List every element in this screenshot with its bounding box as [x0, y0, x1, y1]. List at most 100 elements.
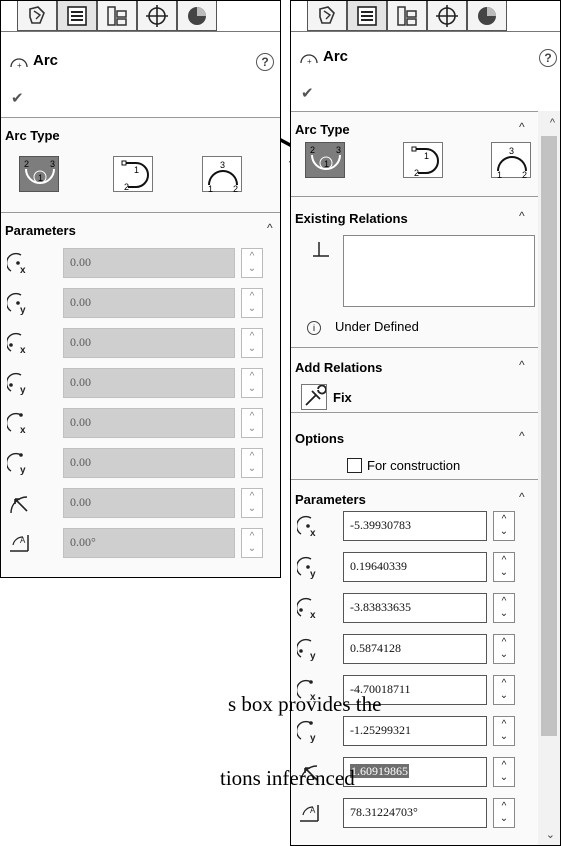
collapse-icon[interactable]: ^: [519, 429, 525, 443]
collapse-icon[interactable]: ^: [519, 490, 525, 504]
parameter-value-field[interactable]: -1.25299321: [343, 716, 487, 746]
scroll-thumb[interactable]: [541, 136, 557, 736]
svg-text:y: y: [20, 385, 26, 395]
parameter-value-field[interactable]: 0.5874128: [343, 634, 487, 664]
parameter-value: 0.00: [70, 375, 91, 389]
configuration-manager-tab[interactable]: [97, 1, 137, 31]
arc-icon: +: [10, 58, 28, 69]
parameter-value-field[interactable]: 0.00°: [63, 528, 235, 558]
end-y-icon: y: [297, 720, 316, 743]
parameter-row: y 0.00 ^ ⌄: [1, 367, 275, 401]
parameter-value: 0.00°: [70, 535, 96, 549]
definition-status: i Under Defined: [307, 319, 419, 335]
spinner[interactable]: ^ ⌄: [493, 798, 515, 828]
spinner[interactable]: ^ ⌄: [241, 408, 263, 438]
centerpoint-arc-button[interactable]: 2 31: [19, 156, 59, 192]
help-icon[interactable]: ?: [539, 49, 557, 67]
parameter-row: x 0.00 ^ ⌄: [1, 327, 275, 361]
parameter-value-field[interactable]: 0.00: [63, 288, 235, 318]
parameter-value: 0.00: [70, 455, 91, 469]
display-manager-icon: [478, 6, 496, 25]
svg-text:1: 1: [324, 159, 329, 169]
collapse-icon[interactable]: ^: [519, 120, 525, 134]
display-manager-tab[interactable]: [177, 1, 217, 31]
spinner[interactable]: ^ ⌄: [493, 511, 515, 541]
parameter-value-field[interactable]: 78.31224703°: [343, 798, 487, 828]
parameter-value-field[interactable]: 0.00: [63, 368, 235, 398]
parameter-value-field[interactable]: -3.83833635: [343, 593, 487, 623]
property-manager-tab[interactable]: [57, 1, 97, 31]
collapse-icon[interactable]: ^: [519, 209, 525, 223]
3-point-arc-button[interactable]: 3 1 2: [202, 156, 242, 194]
options-group: Options ^ For construction: [291, 413, 538, 479]
parameter-value-field[interactable]: 0.00: [63, 488, 235, 518]
scroll-down-icon[interactable]: ⌄: [546, 828, 555, 841]
parameter-value: 0.00: [70, 495, 91, 509]
property-manager-title: + Arc ?: [1, 47, 280, 77]
parameter-value: 0.00: [70, 335, 91, 349]
scroll-up-icon[interactable]: ^: [550, 117, 555, 129]
ok-check-icon[interactable]: ✔: [301, 84, 314, 102]
spinner[interactable]: ^ ⌄: [493, 552, 515, 582]
property-manager-icon: [357, 5, 377, 26]
parameter-row: A 78.31224703° ^ ⌄: [291, 797, 527, 831]
spinner[interactable]: ^ ⌄: [241, 328, 263, 358]
configuration-manager-icon: [107, 5, 127, 26]
3-point-arc-icon: 3 1 2: [208, 160, 238, 194]
start-x-icon: x: [7, 332, 26, 355]
title-text: Arc: [33, 52, 59, 69]
collapse-icon[interactable]: ^: [519, 358, 525, 372]
parameter-value-field[interactable]: 1.60919865: [343, 757, 487, 787]
spinner[interactable]: ^ ⌄: [493, 675, 515, 705]
tangent-arc-button[interactable]: 12: [113, 156, 153, 192]
help-icon[interactable]: ?: [256, 53, 274, 71]
spinner[interactable]: ^ ⌄: [241, 368, 263, 398]
centerpoint-arc-button[interactable]: 2 31: [305, 142, 345, 178]
parameter-row: y 0.00 ^ ⌄: [1, 287, 275, 321]
3-point-arc-button[interactable]: 3 1 2: [491, 142, 531, 180]
centerpoint-arc-icon: 2 31: [310, 145, 341, 170]
arc-type-title: Arc Type: [295, 122, 350, 137]
parameter-value-field[interactable]: 0.19640339: [343, 552, 487, 582]
tangent-arc-button[interactable]: 12: [403, 142, 443, 178]
parameter-value-field[interactable]: -5.39930783: [343, 511, 487, 541]
dimxpert-tab[interactable]: [427, 1, 467, 31]
parameter-value: 0.5874128: [350, 641, 401, 655]
spinner[interactable]: ^ ⌄: [241, 488, 263, 518]
for-construction-checkbox[interactable]: [347, 458, 362, 473]
display-manager-tab[interactable]: [467, 1, 507, 31]
parameter-value: 0.00: [70, 295, 91, 309]
dimxpert-tab[interactable]: [137, 1, 177, 31]
feature-manager-tab[interactable]: [307, 1, 347, 31]
parameter-value-field[interactable]: 0.00: [63, 448, 235, 478]
existing-relations-group: Existing Relations ^ i Under Defined: [291, 197, 538, 347]
spinner[interactable]: ^ ⌄: [493, 757, 515, 787]
tangent-arc-icon: 12: [121, 160, 149, 192]
spinner[interactable]: ^ ⌄: [493, 634, 515, 664]
collapse-icon[interactable]: ^: [267, 221, 273, 235]
configuration-manager-tab[interactable]: [387, 1, 427, 31]
spinner[interactable]: ^ ⌄: [241, 248, 263, 278]
parameter-value-field[interactable]: 0.00: [63, 408, 235, 438]
spinner[interactable]: ^ ⌄: [241, 288, 263, 318]
spinner[interactable]: ^ ⌄: [241, 448, 263, 478]
spinner[interactable]: ^ ⌄: [241, 528, 263, 558]
angle-icon: A: [10, 535, 29, 552]
fix-label: Fix: [333, 390, 352, 405]
relations-list[interactable]: [343, 235, 535, 307]
center-x-icon: x: [7, 252, 26, 275]
parameter-value: 0.00: [70, 415, 91, 429]
fix-anchor-icon: [305, 384, 327, 406]
ok-check-icon[interactable]: ✔: [11, 89, 24, 107]
svg-text:A: A: [20, 536, 26, 545]
center-x-icon: x: [297, 515, 316, 538]
spinner[interactable]: ^ ⌄: [493, 593, 515, 623]
svg-text:2: 2: [310, 145, 315, 155]
spinner[interactable]: ^ ⌄: [493, 716, 515, 746]
property-manager-tab[interactable]: [347, 1, 387, 31]
parameter-value-field[interactable]: 0.00: [63, 328, 235, 358]
parameter-value-field[interactable]: 0.00: [63, 248, 235, 278]
feature-manager-tab[interactable]: [17, 1, 57, 31]
svg-text:3: 3: [50, 159, 55, 169]
fix-button[interactable]: [301, 384, 327, 410]
